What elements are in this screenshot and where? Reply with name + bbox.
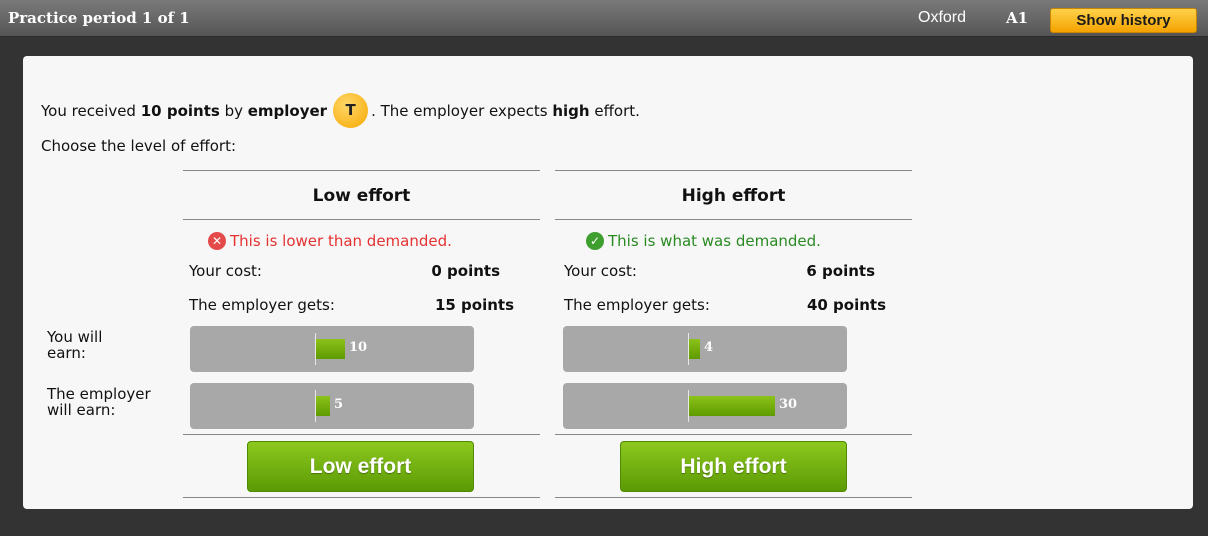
bar-fill: [689, 339, 700, 359]
cost-label: Your cost:: [564, 262, 637, 280]
bar-fill: [316, 339, 345, 359]
status-text: This is lower than demanded.: [230, 232, 452, 250]
subject-id: A1: [1006, 9, 1029, 27]
intro-text: You received 10 points by employer T. The…: [41, 93, 640, 128]
bar-fill: [689, 396, 775, 416]
divider: [183, 170, 540, 171]
low-effort-button[interactable]: Low effort: [247, 441, 474, 492]
low-effort-status: ✕ This is lower than demanded.: [208, 232, 452, 250]
divider: [183, 219, 540, 220]
expected-effort: high: [552, 101, 590, 120]
employer-avatar: T: [333, 93, 369, 128]
high-effort-button[interactable]: High effort: [620, 441, 847, 492]
location-label: Oxford: [918, 9, 967, 26]
intro-part: You received: [41, 101, 141, 120]
received-points: 10 points: [140, 101, 220, 120]
choose-prompt: Choose the level of effort:: [41, 137, 237, 155]
low-effort-heading: Low effort: [312, 186, 411, 206]
decision-panel: You received 10 points by employer T. The…: [23, 56, 1193, 509]
bar-value: 5: [334, 397, 344, 412]
high-effort-heading: High effort: [681, 186, 786, 206]
divider: [555, 434, 912, 435]
employer-gets-value: 15 points: [434, 296, 514, 314]
high-effort-status: ✓ This is what was demanded.: [586, 232, 821, 250]
error-icon: ✕: [208, 232, 226, 250]
employer-word: employer: [247, 101, 328, 120]
cost-value: 0 points: [431, 262, 500, 280]
bar-value: 4: [704, 340, 714, 355]
divider: [555, 219, 912, 220]
employer-earn-bar: 30: [563, 383, 847, 429]
you-earn-bar: 4: [563, 326, 847, 372]
top-bar: Practice period 1 of 1 Oxford A1 Show hi…: [0, 0, 1208, 37]
intro-part: . The employer expects: [371, 101, 553, 120]
bar-value: 30: [779, 397, 798, 412]
divider: [555, 497, 912, 498]
divider: [183, 434, 540, 435]
employer-gets-value: 40 points: [806, 296, 886, 314]
employer-gets-label: The employer gets:: [189, 296, 335, 314]
bar-fill: [316, 396, 330, 416]
intro-part: effort.: [589, 101, 640, 120]
intro-part: by: [219, 101, 248, 120]
cost-value: 6 points: [806, 262, 875, 280]
bar-value: 10: [349, 340, 368, 355]
divider: [555, 170, 912, 171]
cost-label: Your cost:: [189, 262, 262, 280]
employer-earn-bar: 5: [190, 383, 474, 429]
show-history-button[interactable]: Show history: [1050, 8, 1197, 33]
check-icon: ✓: [586, 232, 604, 250]
period-title: Practice period 1 of 1: [8, 9, 190, 27]
employer-gets-label: The employer gets:: [564, 296, 710, 314]
you-earn-bar: 10: [190, 326, 474, 372]
status-text: This is what was demanded.: [608, 232, 821, 250]
you-earn-label: You will earn:: [47, 328, 103, 362]
employer-earn-label: The employer will earn:: [47, 385, 151, 419]
divider: [183, 497, 540, 498]
